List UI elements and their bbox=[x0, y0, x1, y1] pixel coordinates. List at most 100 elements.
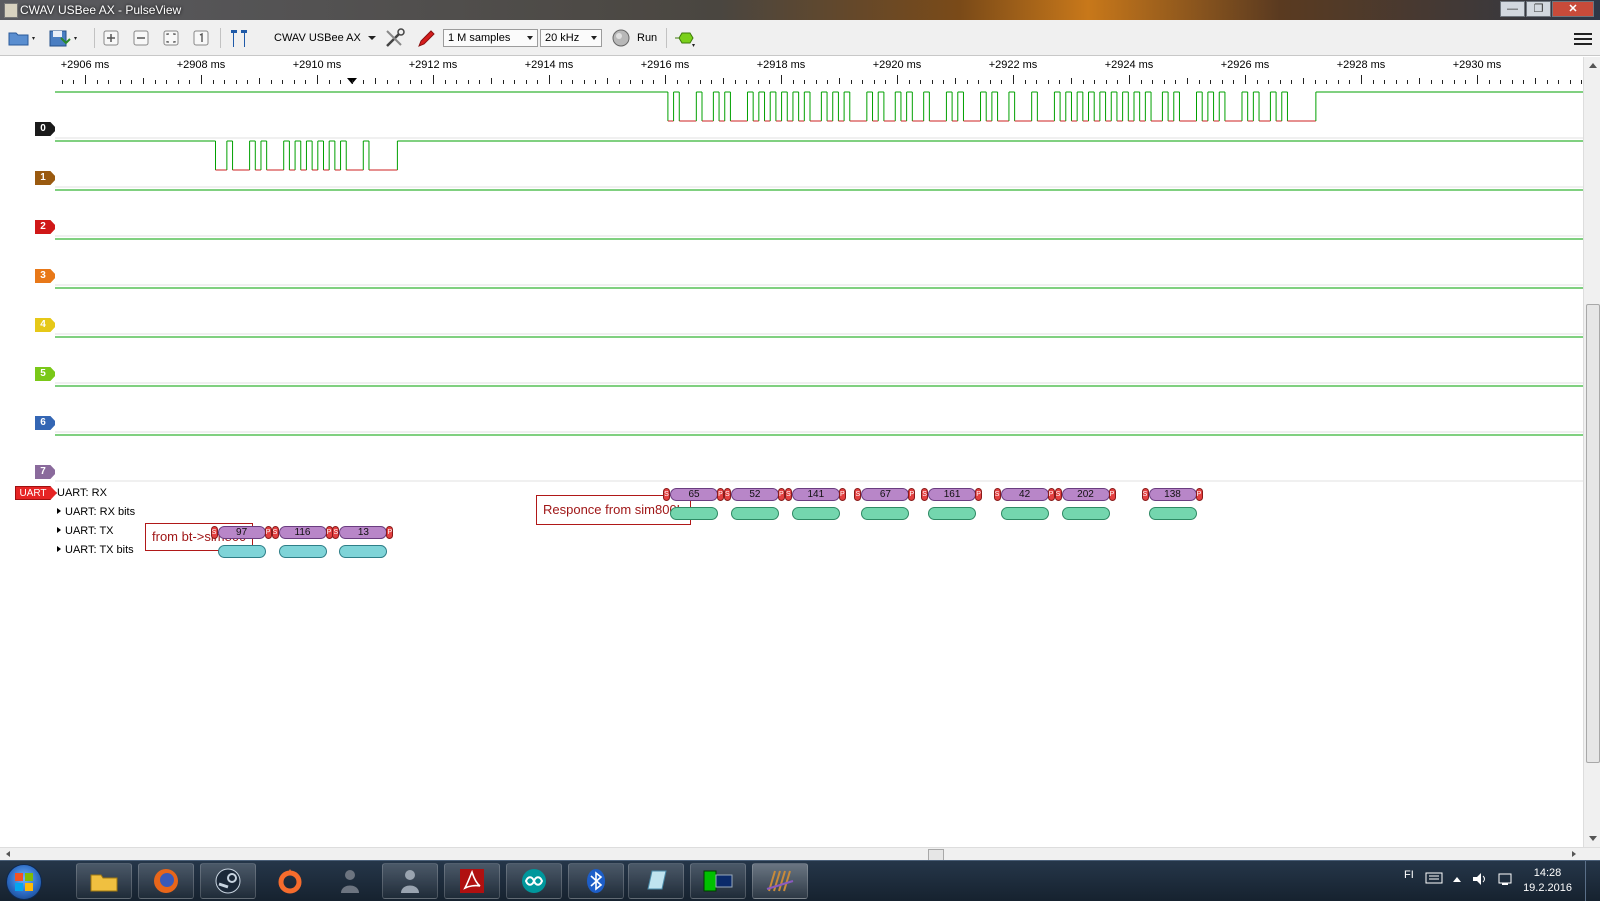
channel-label-1[interactable]: 1 bbox=[35, 171, 57, 185]
uart-rx-bits[interactable] bbox=[670, 507, 718, 520]
uart-frame-marker[interactable]: P bbox=[908, 488, 916, 501]
taskbar-firefox[interactable] bbox=[138, 863, 194, 899]
uart-frame-marker[interactable]: P bbox=[975, 488, 983, 501]
uart-frame-marker[interactable]: S bbox=[663, 488, 670, 501]
vertical-scrollbar[interactable] bbox=[1583, 57, 1600, 847]
uart-rx-bits[interactable] bbox=[928, 507, 977, 520]
uart-rx-byte[interactable]: 42 bbox=[1000, 488, 1049, 501]
uart-rx-bits[interactable] bbox=[730, 507, 779, 520]
zoom-original-button[interactable] bbox=[189, 27, 213, 49]
zoom-out-button[interactable] bbox=[129, 27, 153, 49]
samplerate-select[interactable]: 20 kHz bbox=[540, 29, 602, 47]
uart-rx-bits[interactable] bbox=[1061, 507, 1110, 520]
channel-label-0[interactable]: 0 bbox=[35, 122, 57, 136]
uart-rx-byte[interactable]: 67 bbox=[861, 488, 910, 501]
trace-view[interactable]: from bt->sim800 Responce from sim800L S6… bbox=[55, 85, 1583, 847]
channel-label-2[interactable]: 2 bbox=[35, 220, 57, 234]
uart-frame-marker[interactable]: S bbox=[1054, 488, 1062, 501]
uart-tx-bits-row-label[interactable]: UART: TX bits bbox=[57, 544, 134, 556]
uart-frame-marker[interactable]: P bbox=[1195, 488, 1203, 501]
taskbar-bluetooth[interactable] bbox=[568, 863, 624, 899]
uart-rx-bits[interactable] bbox=[791, 507, 840, 520]
uart-tx-bits[interactable] bbox=[217, 545, 266, 558]
channel-label-7[interactable]: 7 bbox=[35, 465, 57, 479]
uart-rx-bits-row-label[interactable]: UART: RX bits bbox=[57, 506, 135, 518]
channel-label-4[interactable]: 4 bbox=[35, 318, 57, 332]
sample-count-select[interactable]: 1 M samples bbox=[443, 29, 538, 47]
uart-rx-bits[interactable] bbox=[1148, 507, 1197, 520]
uart-frame-marker[interactable]: S bbox=[854, 488, 862, 501]
uart-tx-bits[interactable] bbox=[339, 545, 388, 558]
uart-decoder-tag[interactable]: UART bbox=[15, 486, 57, 500]
uart-frame-marker[interactable]: S bbox=[921, 488, 929, 501]
uart-frame-marker[interactable]: S bbox=[1141, 488, 1149, 501]
tray-network[interactable] bbox=[1497, 871, 1513, 890]
uart-tx-byte[interactable]: 97 bbox=[217, 526, 266, 539]
taskbar-explorer[interactable] bbox=[76, 863, 132, 899]
run-button[interactable] bbox=[610, 27, 632, 49]
uart-frame-marker[interactable]: S bbox=[271, 526, 279, 539]
channel-label-5[interactable]: 5 bbox=[35, 367, 57, 381]
show-desktop-button[interactable] bbox=[1585, 861, 1600, 901]
open-file-button[interactable] bbox=[6, 27, 38, 49]
uart-frame-marker[interactable]: P bbox=[717, 488, 724, 501]
taskbar-arduino[interactable] bbox=[506, 863, 562, 899]
uart-tx-row-label[interactable]: UART: TX bbox=[57, 525, 114, 537]
uart-frame-marker[interactable]: P bbox=[386, 526, 394, 539]
uart-frame-marker[interactable]: P bbox=[1108, 488, 1116, 501]
taskbar-terminal[interactable] bbox=[690, 863, 746, 899]
add-decoder-button[interactable] bbox=[672, 27, 700, 49]
tray-keyboard[interactable] bbox=[1425, 871, 1443, 888]
close-button[interactable]: ✕ bbox=[1552, 1, 1594, 17]
uart-rx-bits[interactable] bbox=[1000, 507, 1049, 520]
time-ruler[interactable]: +2906 ms +2908 ms +2910 ms +2912 ms +2914 ms… bbox=[55, 57, 1583, 84]
uart-tx-byte[interactable]: 116 bbox=[278, 526, 327, 539]
device-dropdown-arrow[interactable] bbox=[366, 27, 378, 49]
system-clock[interactable]: 14:28 19.2.2016 bbox=[1523, 866, 1572, 896]
minimize-button[interactable]: — bbox=[1500, 1, 1525, 17]
scroll-down-icon[interactable] bbox=[1589, 836, 1597, 841]
uart-rx-byte[interactable]: 52 bbox=[730, 488, 779, 501]
uart-rx-byte[interactable]: 161 bbox=[928, 488, 977, 501]
uart-tx-byte[interactable]: 13 bbox=[339, 526, 388, 539]
channel-label-6[interactable]: 6 bbox=[35, 416, 57, 430]
uart-frame-marker[interactable]: S bbox=[723, 488, 731, 501]
uart-frame-marker[interactable]: S bbox=[332, 526, 340, 539]
uart-rx-byte[interactable]: 202 bbox=[1061, 488, 1110, 501]
vertical-scroll-thumb[interactable] bbox=[1586, 304, 1600, 763]
channel-label-3[interactable]: 3 bbox=[35, 269, 57, 283]
uart-frame-marker[interactable]: P bbox=[838, 488, 846, 501]
main-menu-button[interactable] bbox=[1574, 30, 1592, 46]
taskbar-contacts[interactable] bbox=[382, 863, 438, 899]
zoom-in-button[interactable] bbox=[99, 27, 123, 49]
uart-rx-row-label[interactable]: UART: RX bbox=[57, 487, 107, 499]
uart-frame-marker[interactable]: P bbox=[264, 526, 272, 539]
device-configure-button[interactable] bbox=[382, 27, 408, 49]
taskbar-acrobat[interactable] bbox=[444, 863, 500, 899]
scroll-up-icon[interactable] bbox=[1589, 63, 1597, 68]
maximize-button[interactable]: ❐ bbox=[1526, 1, 1551, 17]
taskbar-user-app[interactable] bbox=[322, 863, 378, 899]
uart-frame-marker[interactable]: P bbox=[1047, 488, 1055, 501]
scroll-left-icon[interactable] bbox=[6, 851, 10, 857]
run-label[interactable]: Run bbox=[637, 32, 657, 44]
uart-frame-marker[interactable]: S bbox=[784, 488, 792, 501]
scroll-right-icon[interactable] bbox=[1572, 851, 1576, 857]
probes-button[interactable] bbox=[412, 27, 438, 49]
uart-rx-byte[interactable]: 138 bbox=[1148, 488, 1197, 501]
taskbar-steam[interactable] bbox=[200, 863, 256, 899]
uart-rx-byte[interactable]: 141 bbox=[791, 488, 840, 501]
uart-frame-marker[interactable]: P bbox=[777, 488, 785, 501]
tray-expand[interactable] bbox=[1452, 874, 1462, 886]
zoom-fit-button[interactable] bbox=[159, 27, 183, 49]
uart-rx-bits[interactable] bbox=[861, 507, 910, 520]
language-indicator[interactable]: FI bbox=[1404, 869, 1414, 881]
uart-frame-marker[interactable]: S bbox=[210, 526, 218, 539]
show-cursors-button[interactable] bbox=[226, 27, 252, 49]
horizontal-scrollbar[interactable] bbox=[0, 847, 1600, 861]
taskbar-pulseview[interactable] bbox=[752, 863, 808, 899]
uart-tx-bits[interactable] bbox=[278, 545, 327, 558]
uart-frame-marker[interactable]: S bbox=[993, 488, 1001, 501]
tray-volume[interactable] bbox=[1471, 871, 1489, 890]
uart-rx-byte[interactable]: 65 bbox=[670, 488, 718, 501]
